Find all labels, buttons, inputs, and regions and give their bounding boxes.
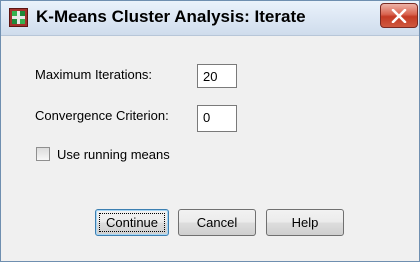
close-icon — [391, 8, 407, 23]
help-button[interactable]: Help — [266, 209, 344, 236]
convergence-label: Convergence Criterion: — [35, 108, 169, 123]
continue-button[interactable]: Continue — [95, 209, 169, 236]
spss-dialog-icon — [9, 8, 28, 27]
convergence-field[interactable]: 0 — [197, 105, 237, 132]
continue-label: Continue — [105, 215, 159, 230]
window-title: K-Means Cluster Analysis: Iterate — [36, 7, 306, 26]
running-means-label[interactable]: Use running means — [57, 147, 170, 162]
running-means-checkbox[interactable] — [36, 147, 50, 161]
cancel-button[interactable]: Cancel — [178, 209, 256, 236]
close-button[interactable] — [380, 3, 418, 28]
help-label: Help — [291, 215, 319, 230]
max-iterations-label: Maximum Iterations: — [35, 67, 153, 82]
iterate-dialog: K-Means Cluster Analysis: Iterate Maximu… — [0, 0, 420, 262]
cancel-label: Cancel — [196, 215, 238, 230]
title-bar[interactable]: K-Means Cluster Analysis: Iterate — [1, 1, 419, 36]
max-iterations-field[interactable]: 20 — [197, 64, 237, 88]
